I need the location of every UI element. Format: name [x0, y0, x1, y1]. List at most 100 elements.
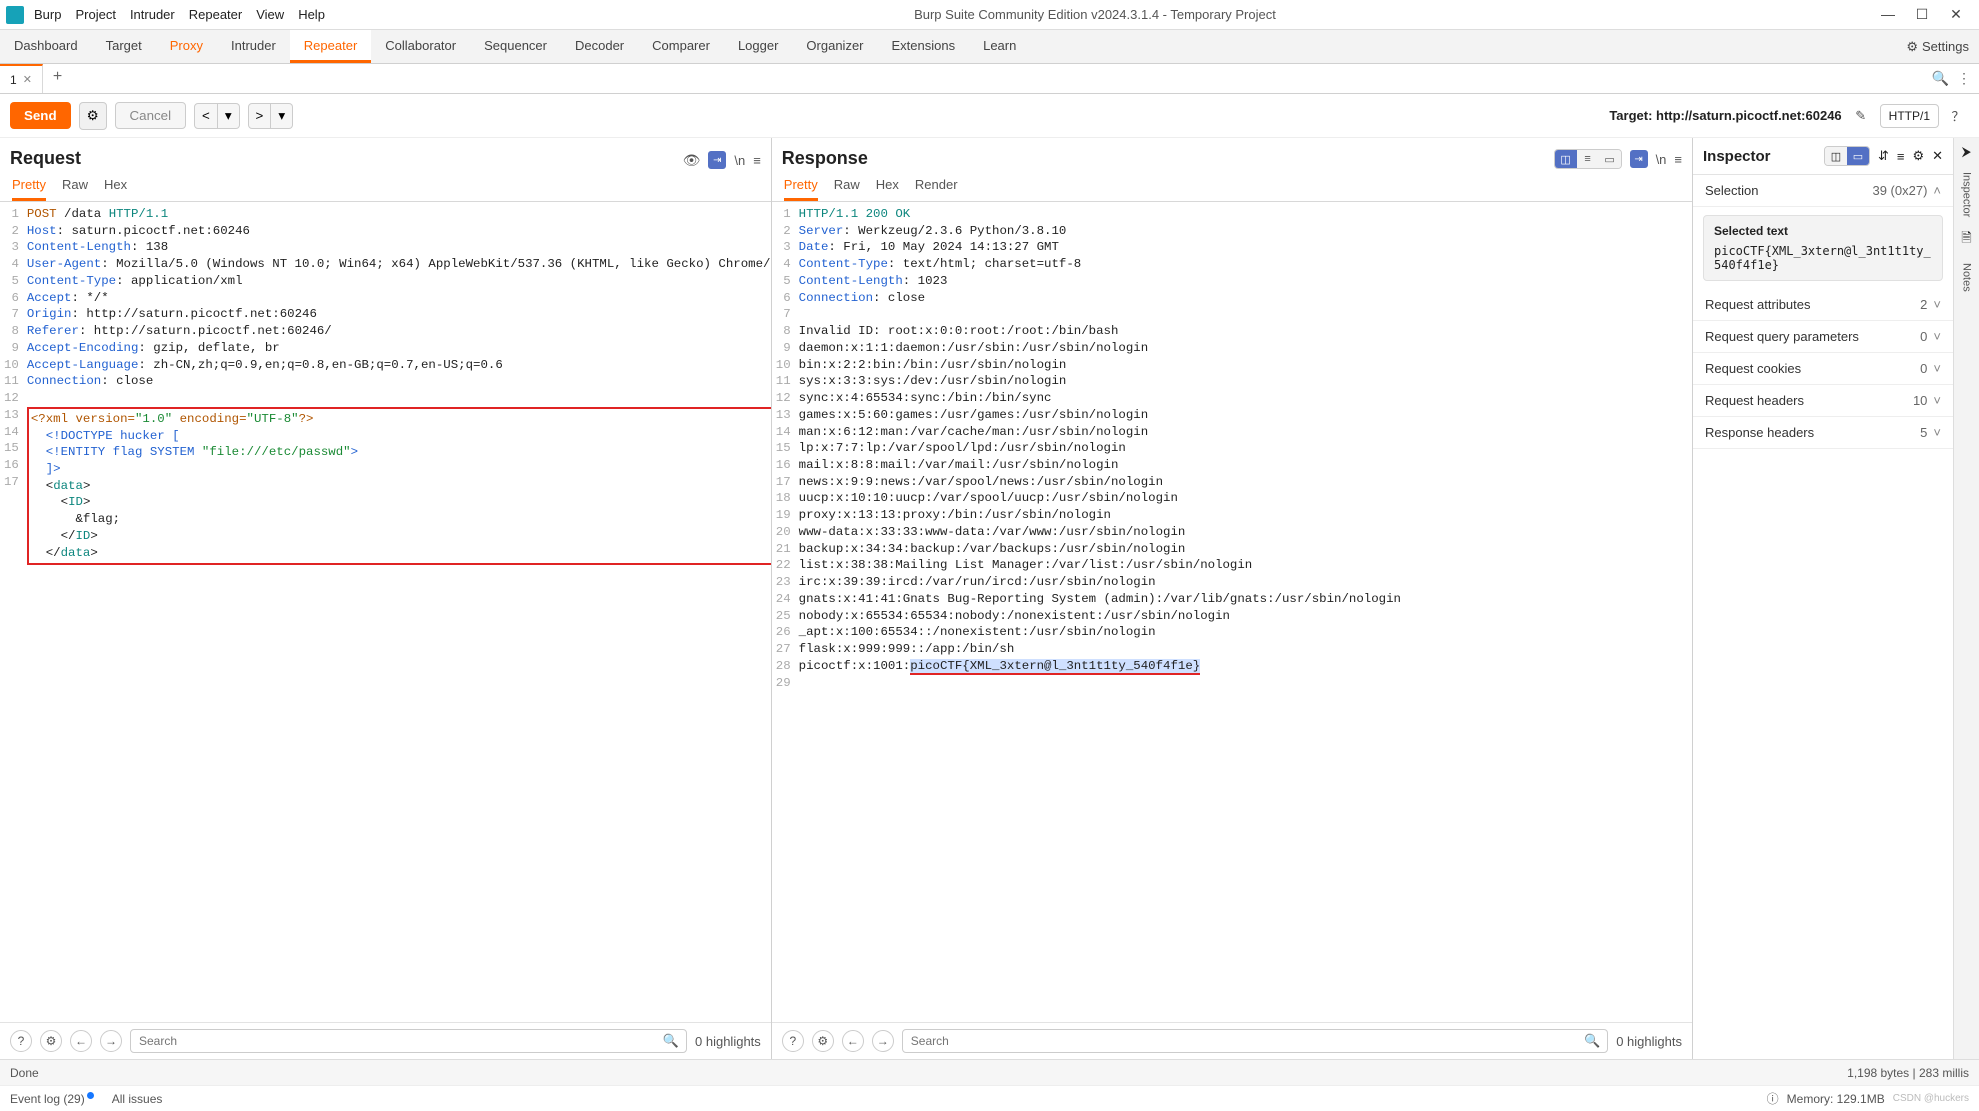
- nav-tab-learn[interactable]: Learn: [969, 30, 1030, 63]
- target-label: Target: http://saturn.picoctf.net:60246: [1609, 108, 1841, 123]
- menu-repeater[interactable]: Repeater: [189, 7, 242, 22]
- rail-inspector-label[interactable]: Inspector: [1961, 172, 1973, 217]
- hide-icon[interactable]: 👁: [683, 152, 701, 169]
- req-tab-raw[interactable]: Raw: [62, 173, 88, 201]
- help-icon[interactable]: ？: [1947, 105, 1969, 127]
- next-match-icon[interactable]: →: [872, 1030, 894, 1052]
- hamburger-icon[interactable]: ≡: [753, 153, 761, 168]
- newline-icon[interactable]: \n: [1656, 152, 1667, 167]
- inspector-row[interactable]: Request headers10˅: [1693, 385, 1953, 417]
- selected-text-value: picoCTF{XML_3xtern@l_3nt1t1ty_540f4f1e}: [1714, 244, 1932, 272]
- inspector-row[interactable]: Request cookies0˅: [1693, 353, 1953, 385]
- status-right: 1,198 bytes | 283 millis: [1847, 1066, 1969, 1080]
- chevron-up-icon: ˄: [1933, 183, 1941, 198]
- send-options-button[interactable]: ⚙: [79, 102, 107, 130]
- search-icon[interactable]: 🔍: [1932, 70, 1949, 87]
- toggle-nonprintable-icon[interactable]: ⇥: [708, 151, 726, 169]
- next-match-icon[interactable]: →: [100, 1030, 122, 1052]
- prev-match-icon[interactable]: ←: [70, 1030, 92, 1052]
- layout-stack-icon[interactable]: ≡: [1577, 150, 1599, 168]
- minimize-icon[interactable]: —: [1877, 6, 1899, 23]
- menu-help[interactable]: Help: [298, 7, 325, 22]
- inspector-row[interactable]: Request query parameters0˅: [1693, 321, 1953, 353]
- send-button[interactable]: Send: [10, 102, 71, 129]
- rail-collapse-icon[interactable]: ⮞: [1962, 144, 1971, 160]
- inspector-row[interactable]: Request attributes2˅: [1693, 289, 1953, 321]
- layout-split-icon[interactable]: ◫: [1555, 150, 1577, 168]
- nav-tab-proxy[interactable]: Proxy: [156, 30, 217, 63]
- menu-burp[interactable]: Burp: [34, 7, 61, 22]
- history-fwd-dropdown[interactable]: ▾: [271, 103, 293, 129]
- resp-tab-pretty[interactable]: Pretty: [784, 173, 818, 201]
- nav-tab-intruder[interactable]: Intruder: [217, 30, 290, 63]
- add-tab-button[interactable]: +: [43, 64, 72, 93]
- search-icon[interactable]: 🔍: [663, 1033, 679, 1049]
- cancel-button[interactable]: Cancel: [115, 102, 187, 129]
- req-tab-hex[interactable]: Hex: [104, 173, 127, 201]
- memory-label: Memory: 129.1MB: [1787, 1092, 1885, 1106]
- nav-tab-decoder[interactable]: Decoder: [561, 30, 638, 63]
- nav-tab-sequencer[interactable]: Sequencer: [470, 30, 561, 63]
- history-back-button[interactable]: <: [194, 103, 218, 129]
- request-editor[interactable]: 1234567891011121314151617 POST /data HTT…: [0, 202, 771, 1022]
- gear-icon[interactable]: ⚙: [812, 1030, 834, 1052]
- event-log-link[interactable]: Event log (29): [10, 1092, 94, 1106]
- layout-single-icon[interactable]: ▭: [1599, 150, 1621, 168]
- req-tab-pretty[interactable]: Pretty: [12, 173, 46, 201]
- more-icon[interactable]: ⋮: [1957, 70, 1971, 87]
- help-icon[interactable]: ?: [10, 1030, 32, 1052]
- history-fwd-group: > ▾: [248, 103, 294, 129]
- edit-target-icon[interactable]: ✎: [1850, 105, 1872, 127]
- resp-tab-render[interactable]: Render: [915, 173, 958, 201]
- insp-layout-a-icon[interactable]: ◫: [1825, 147, 1847, 165]
- nav-tab-extensions[interactable]: Extensions: [878, 30, 970, 63]
- response-title: Response: [782, 148, 868, 169]
- repeater-tab-1[interactable]: 1 ✕: [0, 64, 43, 93]
- window-controls: — ☐ ✕: [1865, 6, 1979, 23]
- response-viewer[interactable]: 1234567891011121314151617181920212223242…: [772, 202, 1692, 1022]
- info-icon[interactable]: ⓘ: [1767, 1090, 1779, 1107]
- hamburger-icon[interactable]: ≡: [1674, 152, 1682, 167]
- rail-notes-label[interactable]: Notes: [1961, 263, 1973, 292]
- help-icon[interactable]: ?: [782, 1030, 804, 1052]
- history-back-dropdown[interactable]: ▾: [218, 103, 240, 129]
- nav-tab-organizer[interactable]: Organizer: [792, 30, 877, 63]
- expand-icon[interactable]: ⇵: [1878, 148, 1889, 164]
- prev-match-icon[interactable]: ←: [842, 1030, 864, 1052]
- inspector-selection-row[interactable]: Selection 39 (0x27)˄: [1693, 175, 1953, 207]
- close-icon[interactable]: ✕: [1945, 6, 1967, 23]
- nav-tab-collaborator[interactable]: Collaborator: [371, 30, 470, 63]
- search-icon[interactable]: 🔍: [1584, 1033, 1600, 1049]
- history-fwd-button[interactable]: >: [248, 103, 272, 129]
- request-search-row: ? ⚙ ← → 🔍 0 highlights: [0, 1022, 771, 1059]
- inspector-title: Inspector: [1703, 148, 1816, 165]
- all-issues-link[interactable]: All issues: [112, 1092, 163, 1106]
- response-search-row: ? ⚙ ← → 🔍 0 highlights: [772, 1022, 1692, 1059]
- response-search-input[interactable]: [902, 1029, 1608, 1053]
- nav-tab-dashboard[interactable]: Dashboard: [0, 30, 92, 63]
- menu-view[interactable]: View: [256, 7, 284, 22]
- toggle-nonprintable-icon[interactable]: ⇥: [1630, 150, 1648, 168]
- close-inspector-icon[interactable]: ✕: [1932, 148, 1943, 164]
- request-search-input[interactable]: [130, 1029, 687, 1053]
- inspector-row[interactable]: Response headers5˅: [1693, 417, 1953, 449]
- nav-tab-repeater[interactable]: Repeater: [290, 30, 371, 63]
- collapse-icon[interactable]: ≡: [1897, 149, 1905, 164]
- gear-icon[interactable]: ⚙: [1912, 148, 1924, 164]
- rail-notes-icon[interactable]: 🗎: [1961, 229, 1971, 251]
- resp-tab-raw[interactable]: Raw: [834, 173, 860, 201]
- resp-tab-hex[interactable]: Hex: [876, 173, 899, 201]
- close-tab-icon[interactable]: ✕: [23, 73, 32, 86]
- nav-tab-logger[interactable]: Logger: [724, 30, 792, 63]
- maximize-icon[interactable]: ☐: [1911, 6, 1933, 23]
- insp-layout-b-icon[interactable]: ▭: [1847, 147, 1869, 165]
- http-version-toggle[interactable]: HTTP/1: [1880, 104, 1939, 128]
- settings-button[interactable]: ⚙ Settings: [1896, 30, 1979, 63]
- gear-icon[interactable]: ⚙: [40, 1030, 62, 1052]
- main-menu: Burp Project Intruder Repeater View Help: [30, 7, 325, 22]
- menu-project[interactable]: Project: [75, 7, 115, 22]
- newline-icon[interactable]: \n: [734, 153, 745, 168]
- menu-intruder[interactable]: Intruder: [130, 7, 175, 22]
- nav-tab-comparer[interactable]: Comparer: [638, 30, 724, 63]
- nav-tab-target[interactable]: Target: [92, 30, 156, 63]
